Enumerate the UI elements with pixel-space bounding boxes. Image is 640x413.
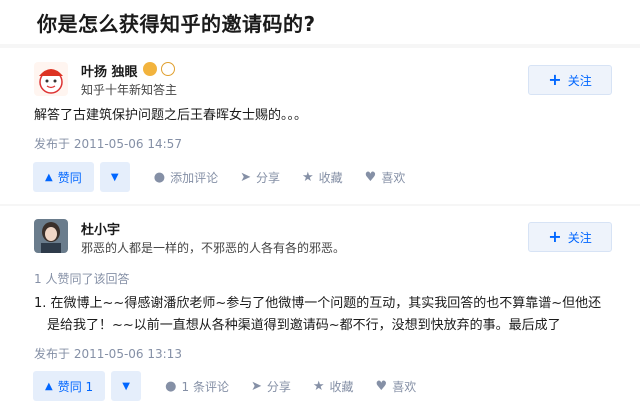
share-label: 分享 [255,170,280,185]
content-line: 1. 在微博上~~得感谢潘欣老师~参与了他微博一个问题的互动，其实我回答的也不算… [34,296,602,311]
vote-down-button[interactable]: ▼ [111,371,142,401]
content-line: 解答了古建筑保护问题之后王春晖女士赐的。。。 [34,108,308,123]
collect-label: 收藏 [329,379,354,394]
avatar[interactable] [34,62,68,96]
comment-label: 添加评论 [170,170,219,185]
triangle-up-icon: ▲ [45,171,53,183]
collect-label: 收藏 [318,170,343,185]
star-icon: ★ [302,169,314,185]
vote-up-label: 赞同 [57,170,82,185]
question-title: 你是怎么获得知乎的邀请码的? [37,12,316,36]
like-button[interactable]: ♥ 喜欢 [365,169,406,186]
author-name[interactable]: 叶扬 独眼 [81,61,138,80]
author-bio: 邪恶的人都是一样的，不邪恶的人各有各的邪恶。 [81,241,346,255]
voters-count[interactable]: 1 人赞同了该回答 [34,270,129,287]
star-icon: ★ [312,378,325,394]
triangle-up-icon: ▲ [45,380,53,392]
comment-button[interactable]: ● 添加评论 [154,169,218,186]
triangle-down-icon: ▼ [122,380,130,392]
like-label: 喜欢 [381,170,406,185]
vote-up-button[interactable]: ▲ 赞同 [33,162,94,192]
follow-label: 关注 [567,73,592,88]
answer-card: 叶扬 独眼 知乎十年新知答主 + 关注 解答了古建筑保护问题之后王春晖女士赐的。… [0,48,640,204]
comment-icon: ● [153,169,166,185]
comment-button[interactable]: ● 1 条评论 [165,378,229,395]
follow-button[interactable]: + 关注 [528,65,612,95]
vote-up-button[interactable]: ▲ 赞同 1 [33,371,106,401]
heart-icon: ♥ [375,378,388,394]
plus-icon: + [548,70,562,89]
avatar[interactable] [34,219,68,253]
content-line: 是给我了！~~以前一直想从各种渠道得到邀请码~都不行，没想到快放弃的事。最后成了 [47,318,561,333]
action-bar: ▲ 赞同 1 ▼ ● 1 条评论 ➤ 分享 ★ 收藏 ♥ 喜欢 [33,371,416,401]
comment-label: 1 条评论 [181,379,229,394]
answer-card: 杜小宇 邪恶的人都是一样的，不邪恶的人各有各的邪恶。 + 关注 1 人赞同了该回… [0,206,640,413]
author-name[interactable]: 杜小宇 [81,219,120,238]
triangle-down-icon: ▼ [110,171,119,183]
like-button[interactable]: ♥ 喜欢 [376,378,417,395]
verified-badge-icon [143,62,157,76]
plus-icon: + [548,227,562,246]
publish-time[interactable]: 发布于 2011-05-06 14:57 [34,135,182,152]
like-label: 喜欢 [392,379,417,394]
share-icon: ➤ [240,169,251,185]
answer-content: 解答了古建筑保护问题之后王春晖女士赐的。。。 [34,105,307,127]
collect-button[interactable]: ★ 收藏 [313,378,354,395]
vote-down-button[interactable]: ▼ [99,162,130,192]
question-header: 你是怎么获得知乎的邀请码的? [0,0,640,44]
share-icon: ➤ [250,378,262,394]
comment-icon: ● [165,378,177,394]
heart-icon: ♥ [364,169,377,185]
publish-time[interactable]: 发布于 2011-05-06 13:13 [34,345,182,362]
action-bar: ▲ 赞同 ▼ ● 添加评论 ➤ 分享 ★ 收藏 ♥ 喜欢 [33,162,405,192]
answer-content: 1. 在微博上~~得感谢潘欣老师~参与了他微博一个问题的互动，其实我回答的也不算… [34,293,601,337]
author-bio: 知乎十年新知答主 [81,83,178,97]
medal-icon [161,62,175,76]
collect-button[interactable]: ★ 收藏 [302,169,343,186]
share-button[interactable]: ➤ 分享 [251,378,291,395]
follow-label: 关注 [567,230,592,245]
share-button[interactable]: ➤ 分享 [240,169,280,186]
share-label: 分享 [266,379,291,394]
follow-button[interactable]: + 关注 [528,222,612,252]
vote-up-label: 赞同 1 [57,379,94,394]
